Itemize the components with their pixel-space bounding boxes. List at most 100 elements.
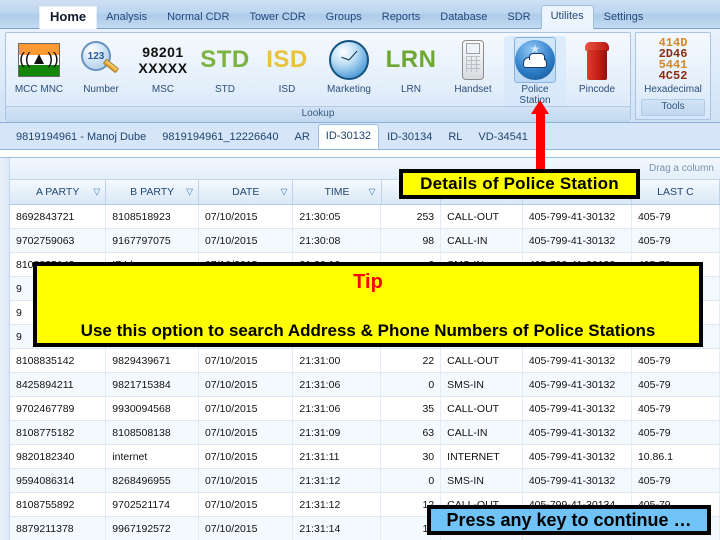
table-row[interactable]: 9702467789 9930094568 07/10/2015 21:31:06 35… xyxy=(10,397,720,421)
ribbon-button-number[interactable]: 123 Number xyxy=(70,36,132,95)
filter-icon[interactable]: ▽ xyxy=(369,187,376,198)
ribbon-label-number: Number xyxy=(83,84,119,95)
cell-date: 07/10/2015 xyxy=(199,373,294,396)
cell-cell-id-a: 405-799-41-30132 xyxy=(523,205,632,228)
cell-duration: 0 xyxy=(381,469,442,492)
cell-b-party: 8268496955 xyxy=(106,469,199,492)
cell-date: 07/10/2015 xyxy=(199,517,294,540)
cell-cell-id-a: 405-799-41-30132 xyxy=(523,373,632,396)
ribbon-button-std[interactable]: STD STD xyxy=(194,36,256,96)
ribbon-tab-database[interactable]: Database xyxy=(430,6,497,29)
ribbon-tab-normal-cdr[interactable]: Normal CDR xyxy=(157,6,239,29)
column-header-date[interactable]: DATE ▽ xyxy=(199,180,294,204)
cell-time: 21:30:08 xyxy=(293,229,382,252)
cell-last-c: 405-79 xyxy=(632,469,720,492)
record-tab-1[interactable]: 9819194961_12226640 xyxy=(154,125,286,149)
magnifier-123-icon: 123 xyxy=(79,37,123,83)
ribbon-tab-sdr[interactable]: SDR xyxy=(497,6,540,29)
ribbon-button-marketing[interactable]: Marketing xyxy=(318,36,380,95)
column-header-time[interactable]: TIME ▽ xyxy=(293,180,382,204)
cell-b-party: 9967192572 xyxy=(106,517,199,540)
ribbon-button-lrn[interactable]: LRN LRN xyxy=(380,36,442,96)
cell-date: 07/10/2015 xyxy=(199,205,294,228)
ribbon-tab-analysis[interactable]: Analysis xyxy=(96,6,157,29)
cell-last-c: 405-79 xyxy=(632,421,720,444)
cell-b-party: 8108508138 xyxy=(106,421,199,444)
record-tab-ar[interactable]: AR xyxy=(287,125,318,149)
msc-number-text: 98201 XXXXX xyxy=(138,44,188,76)
table-row[interactable]: 8425894211 9821715384 07/10/2015 21:31:06 0 S… xyxy=(10,373,720,397)
cell-date: 07/10/2015 xyxy=(199,469,294,492)
record-tab-id-30132[interactable]: ID-30132 xyxy=(317,124,380,149)
cell-duration: 253 xyxy=(381,205,442,228)
ribbon-button-pincode[interactable]: Pincode xyxy=(566,36,628,95)
ribbon-tab-tower-cdr[interactable]: Tower CDR xyxy=(239,6,315,29)
ribbon-tab-home[interactable]: Home xyxy=(40,7,97,29)
ribbon-tab-groups[interactable]: Groups xyxy=(316,6,372,29)
cell-a-party: 8425894211 xyxy=(10,373,107,396)
cell-date: 07/10/2015 xyxy=(199,397,294,420)
record-tab-rl[interactable]: RL xyxy=(440,125,470,149)
tip-title: Tip xyxy=(353,271,383,293)
record-tab-vd-34541[interactable]: VD-34541 xyxy=(470,125,536,149)
ribbon-label-lrn: LRN xyxy=(400,84,421,95)
grid-body: 8692843721 8108518923 07/10/2015 21:30:05 25… xyxy=(10,205,720,540)
ribbon-group-title-tools: Tools xyxy=(641,99,705,116)
column-header-a-party-label: A PARTY xyxy=(35,186,80,198)
cell-call-type: SMS-IN xyxy=(441,373,523,396)
ribbon-button-isd[interactable]: ISD ISD xyxy=(256,36,318,96)
cell-cell-id-a: 405-799-41-30132 xyxy=(523,229,632,252)
cell-cell-id-a: 405-799-41-30132 xyxy=(523,349,632,372)
cell-cell-id-a: 405-799-41-30132 xyxy=(523,421,632,444)
record-tab-strip: 9819194961 - Manoj Dube 9819194961_12226… xyxy=(0,123,720,150)
ribbon-button-mcc-mnc[interactable]: ((▲)) MCC MNC xyxy=(8,36,70,95)
filter-icon[interactable]: ▽ xyxy=(281,187,288,198)
record-tab-0[interactable]: 9819194961 - Manoj Dube xyxy=(8,125,154,149)
ribbon-button-msc[interactable]: 98201 XXXXX MSC xyxy=(132,36,194,95)
cell-last-c: 405-79 xyxy=(632,373,720,396)
ribbon-label-handset: Handset xyxy=(454,84,492,95)
cell-duration: 30 xyxy=(381,445,442,468)
filter-icon[interactable]: ▽ xyxy=(186,187,193,198)
filter-icon[interactable]: ▽ xyxy=(93,187,100,198)
column-header-last-c-label: LAST C xyxy=(657,186,694,198)
hex-line-4: 4C52 xyxy=(658,69,688,83)
cell-duration: 35 xyxy=(381,397,442,420)
ribbon-group-tools: 414D 2D46 5441 4C52 Hexadecimal Tools xyxy=(635,32,711,120)
cell-time: 21:31:12 xyxy=(293,493,382,516)
table-row[interactable]: 8108835142 9829439671 07/10/2015 21:31:00 22… xyxy=(10,349,720,373)
ribbon-tab-utilites[interactable]: Utilites xyxy=(540,5,594,29)
cell-call-type: CALL-OUT xyxy=(441,397,523,420)
ribbon-button-handset[interactable]: Handset xyxy=(442,36,504,95)
column-header-a-party[interactable]: A PARTY ▽ xyxy=(10,180,107,204)
ribbon-button-police-station[interactable]: ★ Police Station xyxy=(504,36,566,106)
isd-text-icon: ISD xyxy=(266,46,308,73)
column-header-date-label: DATE xyxy=(232,186,260,198)
cell-b-party: 9702521174 xyxy=(106,493,199,516)
table-row[interactable]: 8692843721 8108518923 07/10/2015 21:30:05 25… xyxy=(10,205,720,229)
ribbon-tab-settings[interactable]: Settings xyxy=(594,6,654,29)
india-flag-tower-icon: ((▲)) xyxy=(18,37,60,83)
police-car-icon: ★ xyxy=(514,37,556,83)
cell-cell-id-a: 405-799-41-30132 xyxy=(523,445,632,468)
ribbon-tab-reports[interactable]: Reports xyxy=(372,6,431,29)
cell-b-party: 9930094568 xyxy=(106,397,199,420)
cell-duration: 22 xyxy=(381,349,442,372)
ribbon-label-mcc-mnc: MCC MNC xyxy=(14,84,64,95)
clock-icon xyxy=(329,37,369,83)
table-row[interactable]: 9820182340 internet 07/10/2015 21:31:11 30 IN… xyxy=(10,445,720,469)
record-tab-id-30134[interactable]: ID-30134 xyxy=(379,125,440,149)
cell-a-party: 8692843721 xyxy=(10,205,107,228)
ribbon-label-std: STD xyxy=(215,84,235,95)
ribbon-button-hexadecimal[interactable]: 414D 2D46 5441 4C52 Hexadecimal xyxy=(641,36,705,95)
column-header-last-c[interactable]: LAST C xyxy=(632,180,720,204)
table-row[interactable]: 8108775182 8108508138 07/10/2015 21:31:09 63… xyxy=(10,421,720,445)
cell-b-party: 9167797075 xyxy=(106,229,199,252)
postbox-icon xyxy=(584,37,610,83)
cell-date: 07/10/2015 xyxy=(199,229,294,252)
table-row[interactable]: 9702759063 9167797075 07/10/2015 21:30:08 98… xyxy=(10,229,720,253)
column-header-b-party[interactable]: B PARTY ▽ xyxy=(106,180,199,204)
ribbon-label-marketing: Marketing xyxy=(327,84,371,95)
table-row[interactable]: 9594086314 8268496955 07/10/2015 21:31:12 0 S… xyxy=(10,469,720,493)
cell-b-party: 8108518923 xyxy=(106,205,199,228)
